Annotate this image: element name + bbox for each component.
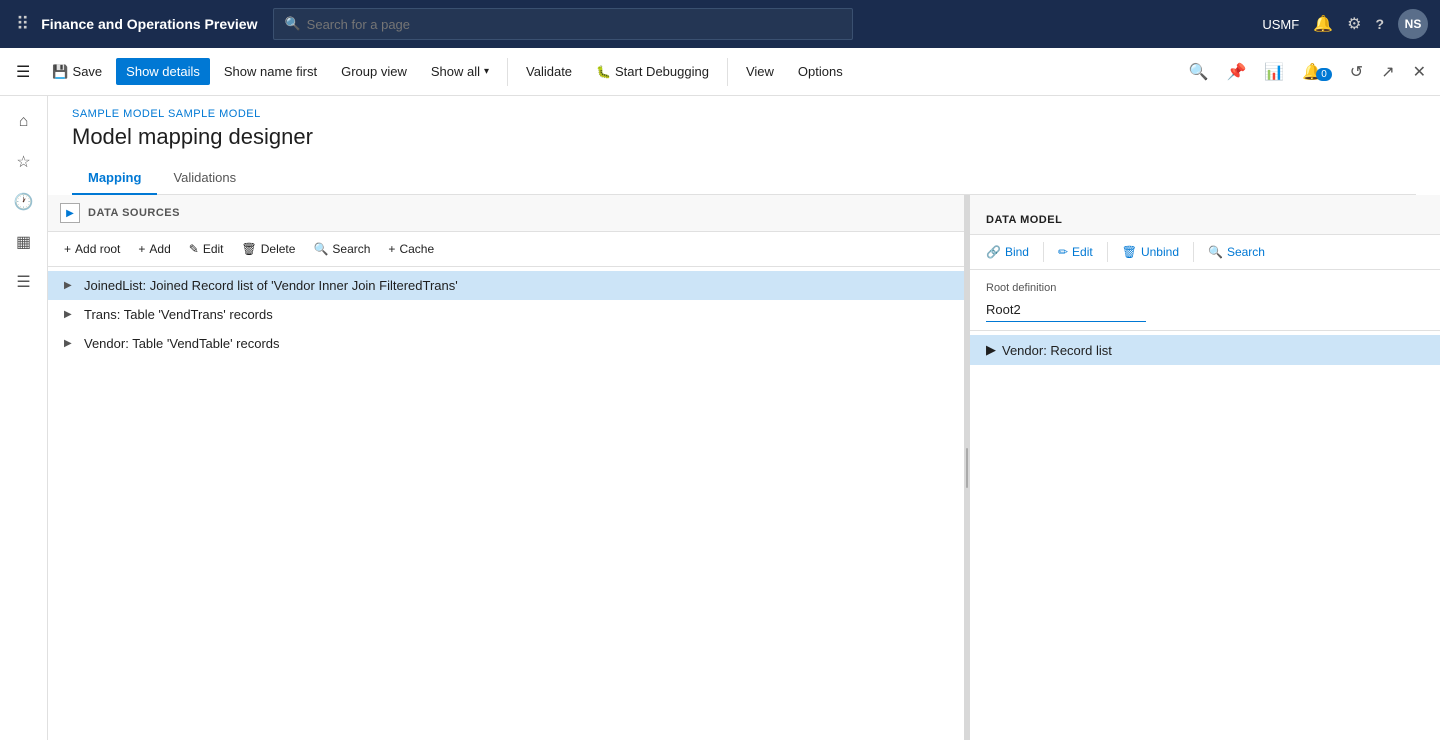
validate-button[interactable]: Validate	[516, 58, 582, 85]
edit-icon: ✎	[189, 242, 199, 256]
expand-icon-joined: ▶	[64, 280, 78, 291]
expand-icon-vendor: ▶	[64, 338, 78, 349]
app-title: Finance and Operations Preview	[41, 16, 257, 32]
sidebar-item-favorites[interactable]: ☆	[6, 144, 42, 180]
tabs: Mapping Validations	[72, 162, 1416, 195]
top-nav-bar: ⠿ Finance and Operations Preview 🔍 USMF …	[0, 0, 1440, 48]
data-model-panel: DATA MODEL 🔗 Bind ✏ Edit 🗑	[970, 195, 1440, 740]
notifications-icon[interactable]: 🔔	[1313, 14, 1333, 34]
dm-expand-icon-vendor: ▶	[986, 342, 996, 358]
options-button[interactable]: Options	[788, 58, 853, 85]
add-root-icon: +	[64, 242, 71, 256]
root-definition-input[interactable]	[986, 298, 1146, 322]
unbind-button[interactable]: 🗑 Unbind	[1114, 241, 1187, 263]
data-sources-panel: ▶ DATA SOURCES + Add root + Add ✎ E	[48, 195, 964, 740]
help-icon[interactable]: ?	[1375, 16, 1384, 32]
add-button[interactable]: + Add	[130, 238, 178, 260]
show-name-first-button[interactable]: Show name first	[214, 58, 327, 85]
action-search-button[interactable]: 🔍	[1183, 58, 1215, 86]
notification-badge: 0	[1316, 68, 1332, 81]
fullscreen-button[interactable]: 📊	[1258, 58, 1290, 86]
add-icon: +	[138, 242, 145, 256]
page-title: Model mapping designer	[72, 124, 1416, 150]
breadcrumb: SAMPLE MODEL SAMPLE MODEL	[72, 108, 1416, 120]
show-all-button[interactable]: Show all ▾	[421, 58, 499, 85]
edit-button[interactable]: ✎ Edit	[181, 238, 232, 260]
search-icon-ds: 🔍	[313, 242, 328, 256]
top-nav-right-icons: USMF 🔔 ⚙ ? NS	[1262, 9, 1428, 39]
tab-validations[interactable]: Validations	[157, 162, 252, 195]
dm-tree-item-vendor-record[interactable]: ▶ Vendor: Record list	[970, 335, 1440, 365]
delete-button[interactable]: 🗑 Delete	[234, 238, 304, 260]
data-model-toolbar: 🔗 Bind ✏ Edit 🗑 Unbind 🔍	[970, 235, 1440, 270]
action-bar: ☰ 💾 Save Show details Show name first Gr…	[0, 48, 1440, 96]
data-sources-tree: ▶ JoinedList: Joined Record list of 'Ven…	[48, 267, 964, 740]
user-avatar[interactable]: NS	[1398, 9, 1428, 39]
search-button[interactable]: 🔍 Search	[305, 238, 378, 260]
start-debugging-button[interactable]: 🐛 Start Debugging	[586, 58, 719, 85]
separator-1	[507, 58, 508, 86]
data-model-header: DATA MODEL	[970, 195, 1440, 235]
sidebar-item-home[interactable]: ⌂	[6, 104, 42, 140]
content-area: SAMPLE MODEL SAMPLE MODEL Model mapping …	[48, 96, 1440, 740]
global-search-box[interactable]: 🔍	[273, 8, 853, 40]
tree-item-vendor[interactable]: ▶ Vendor: Table 'VendTable' records	[48, 329, 964, 358]
open-new-button[interactable]: ↗	[1375, 58, 1400, 86]
show-details-button[interactable]: Show details	[116, 58, 210, 85]
save-icon: 💾	[52, 64, 68, 80]
save-button[interactable]: 💾 Save	[42, 58, 112, 86]
divider-handle	[966, 448, 968, 488]
dm-edit-icon: ✏	[1058, 245, 1068, 259]
page-header: SAMPLE MODEL SAMPLE MODEL Model mapping …	[48, 96, 1440, 195]
tree-item-joined-list[interactable]: ▶ JoinedList: Joined Record list of 'Ven…	[48, 271, 964, 300]
search-icon: 🔍	[284, 16, 300, 32]
dm-search-button[interactable]: 🔍 Search	[1200, 241, 1273, 263]
data-sources-collapse-btn[interactable]: ▶	[60, 203, 80, 223]
data-sources-header: ▶ DATA SOURCES	[48, 195, 964, 232]
debug-icon: 🐛	[596, 65, 611, 79]
refresh-button[interactable]: ↺	[1344, 58, 1369, 86]
root-definition-label: Root definition	[986, 282, 1424, 294]
tab-mapping[interactable]: Mapping	[72, 162, 157, 195]
root-definition-section: Root definition	[970, 270, 1440, 331]
tree-item-trans[interactable]: ▶ Trans: Table 'VendTrans' records	[48, 300, 964, 329]
cache-button[interactable]: + Cache	[380, 238, 442, 260]
sidebar-item-modules[interactable]: ☰	[6, 264, 42, 300]
group-view-button[interactable]: Group view	[331, 58, 417, 85]
dm-separator-1	[1043, 242, 1044, 262]
user-company-label[interactable]: USMF	[1262, 17, 1299, 32]
data-sources-title: DATA SOURCES	[88, 207, 180, 219]
notifications-count-button[interactable]: 🔔0	[1296, 58, 1337, 86]
hamburger-menu-button[interactable]: ☰	[8, 58, 38, 86]
data-model-tree: ▶ Vendor: Record list	[970, 331, 1440, 740]
settings-icon[interactable]: ⚙	[1347, 14, 1361, 34]
dm-separator-2	[1107, 242, 1108, 262]
add-root-button[interactable]: + Add root	[56, 238, 128, 260]
dm-edit-button[interactable]: ✏ Edit	[1050, 241, 1101, 263]
main-layout: ⌂ ☆ 🕐 ▦ ☰ SAMPLE MODEL SAMPLE MODEL Mode…	[0, 96, 1440, 740]
dm-separator-3	[1193, 242, 1194, 262]
close-button[interactable]: ✕	[1407, 58, 1432, 86]
expand-icon-trans: ▶	[64, 309, 78, 320]
data-model-title: DATA MODEL	[986, 214, 1062, 226]
personalize-button[interactable]: 📌	[1220, 58, 1252, 86]
show-all-chevron-icon: ▾	[484, 66, 489, 77]
unbind-icon: 🗑	[1122, 245, 1137, 259]
bind-button[interactable]: 🔗 Bind	[978, 241, 1037, 263]
content-body: ▶ DATA SOURCES + Add root + Add ✎ E	[48, 195, 1440, 740]
apps-grid-icon[interactable]: ⠿	[12, 10, 33, 39]
data-sources-toolbar: + Add root + Add ✎ Edit 🗑 Delete	[48, 232, 964, 267]
search-input[interactable]	[307, 17, 843, 32]
action-bar-right: 🔍 📌 📊 🔔0 ↺ ↗ ✕	[1183, 58, 1432, 86]
bind-icon: 🔗	[986, 245, 1001, 259]
delete-icon: 🗑	[242, 242, 257, 256]
cache-icon: +	[388, 242, 395, 256]
sidebar-item-recent[interactable]: 🕐	[6, 184, 42, 220]
view-button[interactable]: View	[736, 58, 784, 85]
sidebar-item-workspaces[interactable]: ▦	[6, 224, 42, 260]
dm-search-icon: 🔍	[1208, 245, 1223, 259]
separator-2	[727, 58, 728, 86]
sidebar-icons: ⌂ ☆ 🕐 ▦ ☰	[0, 96, 48, 740]
